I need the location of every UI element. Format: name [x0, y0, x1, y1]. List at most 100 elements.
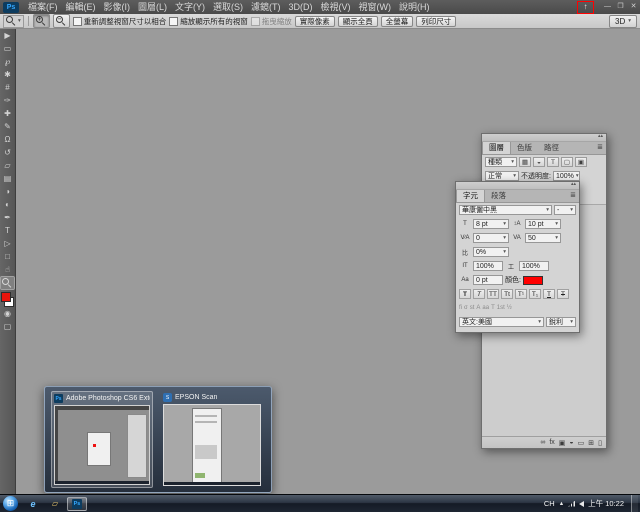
contextual-alt-icon[interactable]: σ [464, 305, 468, 311]
vertical-scale-input[interactable]: 100% [473, 261, 503, 271]
dodge-tool[interactable] [1, 199, 14, 211]
blur-tool[interactable] [1, 186, 14, 198]
menu-layer[interactable]: 圖層(L) [134, 0, 171, 14]
menu-image[interactable]: 影像(I) [100, 0, 135, 14]
filter-adjustment-icon[interactable]: ◒ [533, 157, 545, 167]
panel-menu-icon[interactable] [594, 142, 606, 154]
actual-pixels-button[interactable]: 實際像素 [295, 16, 335, 27]
taskbar-item-photoshop[interactable]: Ps [67, 497, 87, 511]
faux-italic-button[interactable]: T [473, 289, 485, 299]
small-caps-button[interactable]: Tt [501, 289, 513, 299]
tab-paths[interactable]: 路徑 [538, 142, 565, 154]
eyedropper-tool[interactable] [1, 95, 14, 107]
panel-drag-bar[interactable] [456, 182, 579, 190]
brush-tool[interactable] [1, 121, 14, 133]
zoom-all-windows-checkbox[interactable]: 縮放顯示所有的視窗 [169, 16, 248, 27]
zoom-tool[interactable] [1, 277, 14, 289]
network-icon[interactable] [568, 501, 575, 507]
titling-alt-icon[interactable]: T [491, 305, 495, 311]
menu-filter[interactable]: 濾鏡(T) [247, 0, 285, 14]
menu-select[interactable]: 選取(S) [209, 0, 247, 14]
font-family-select[interactable]: 華康儷中黑 [459, 205, 552, 215]
tab-character[interactable]: 字元 [456, 190, 485, 202]
hand-tool[interactable] [1, 264, 14, 276]
menu-edit[interactable]: 編輯(E) [62, 0, 100, 14]
show-desktop-button[interactable] [631, 495, 638, 512]
quick-selection-tool[interactable] [1, 69, 14, 81]
layer-mask-icon[interactable]: ▣ [559, 439, 566, 447]
subscript-button[interactable]: T₁ [529, 289, 541, 299]
volume-icon[interactable] [579, 501, 584, 507]
zoom-in-button[interactable]: + [33, 14, 50, 28]
ordinals-icon[interactable]: 1st [497, 305, 505, 311]
font-style-select[interactable]: - [554, 205, 576, 215]
antialias-select[interactable]: 銳利 [546, 317, 576, 327]
swash-icon[interactable]: A [476, 305, 480, 311]
superscript-button[interactable]: T¹ [515, 289, 527, 299]
horizontal-scale-input[interactable]: 100% [519, 261, 549, 271]
leading-input[interactable]: 10 pt [525, 219, 561, 229]
language-select[interactable]: 英文:美國 [459, 317, 544, 327]
kerning-input[interactable]: 0 [473, 233, 509, 243]
workspace-switcher[interactable]: 3D ▾ [609, 15, 637, 28]
new-layer-icon[interactable]: ⊞ [588, 439, 594, 447]
shape-tool[interactable] [1, 251, 14, 263]
eraser-tool[interactable] [1, 160, 14, 172]
zoom-out-button[interactable]: − [53, 14, 70, 28]
fractions-icon[interactable]: ½ [507, 305, 512, 311]
discretionary-lig-icon[interactable]: st [470, 305, 475, 311]
input-language-indicator[interactable]: CH [544, 499, 555, 508]
resize-windows-checkbox[interactable]: 重新調整視窗尺寸以相合 [73, 16, 167, 27]
tab-channels[interactable]: 色版 [511, 142, 538, 154]
new-group-icon[interactable]: ▭ [578, 439, 585, 447]
pen-tool[interactable] [1, 212, 14, 224]
epson-window-preview[interactable] [163, 404, 261, 486]
filter-type-icon[interactable]: T [547, 157, 559, 167]
move-tool[interactable] [1, 30, 14, 42]
taskbar-item-explorer[interactable]: ▱ [45, 497, 65, 511]
layer-style-icon[interactable]: fx [549, 439, 554, 446]
marquee-tool[interactable] [1, 43, 14, 55]
start-button[interactable]: ⊞ [3, 496, 18, 511]
tracking-input[interactable]: 50 [525, 233, 561, 243]
fill-screen-button[interactable]: 全螢幕 [381, 16, 414, 27]
adjustment-layer-icon[interactable]: ◒ [569, 439, 573, 446]
filter-pixel-icon[interactable]: ▦ [519, 157, 531, 167]
blend-mode-select[interactable]: 正常 [485, 171, 519, 181]
filter-smartobj-icon[interactable]: ▣ [575, 157, 587, 167]
menu-view[interactable]: 檢視(V) [317, 0, 355, 14]
quick-mask-button[interactable] [1, 308, 14, 320]
filter-shape-icon[interactable]: ▢ [561, 157, 573, 167]
tab-paragraph[interactable]: 段落 [485, 190, 512, 202]
menu-help[interactable]: 說明(H) [395, 0, 434, 14]
minimize-button[interactable]: — [601, 0, 614, 14]
lasso-tool[interactable] [1, 56, 14, 68]
healing-brush-tool[interactable] [1, 108, 14, 120]
ligatures-icon[interactable]: ﬁ [459, 305, 462, 311]
panel-menu-icon[interactable] [567, 190, 579, 202]
filter-kind-select[interactable]: 種類 [485, 157, 517, 167]
close-button[interactable]: ✕ [627, 0, 640, 14]
highlighted-annotation-box[interactable]: ↑ [577, 1, 594, 14]
link-layers-icon[interactable]: ∞ [540, 439, 545, 446]
crop-tool[interactable] [1, 82, 14, 94]
text-color-swatch[interactable] [523, 276, 543, 285]
screen-mode-button[interactable] [1, 321, 14, 333]
menu-window[interactable]: 視窗(W) [355, 0, 396, 14]
delete-layer-icon[interactable]: ▯ [598, 439, 602, 447]
history-brush-tool[interactable] [1, 147, 14, 159]
all-caps-button[interactable]: TT [487, 289, 499, 299]
menu-type[interactable]: 文字(Y) [171, 0, 209, 14]
show-hidden-icons[interactable]: ▲ [559, 501, 564, 507]
photoshop-window-preview[interactable] [54, 405, 150, 485]
strikethrough-button[interactable]: T [557, 289, 569, 299]
tsume-input[interactable]: 0% [473, 247, 509, 257]
tool-preset-picker[interactable]: ▾ [3, 15, 24, 28]
font-size-input[interactable]: 8 pt [473, 219, 509, 229]
path-selection-tool[interactable] [1, 238, 14, 250]
opacity-input[interactable]: 100% [553, 171, 580, 181]
thumbnail-epson-scan[interactable]: S EPSON Scan [161, 391, 263, 488]
faux-bold-button[interactable]: T [459, 289, 471, 299]
taskbar-item-ie[interactable]: e [23, 497, 43, 511]
menu-file[interactable]: 檔案(F) [24, 0, 62, 14]
